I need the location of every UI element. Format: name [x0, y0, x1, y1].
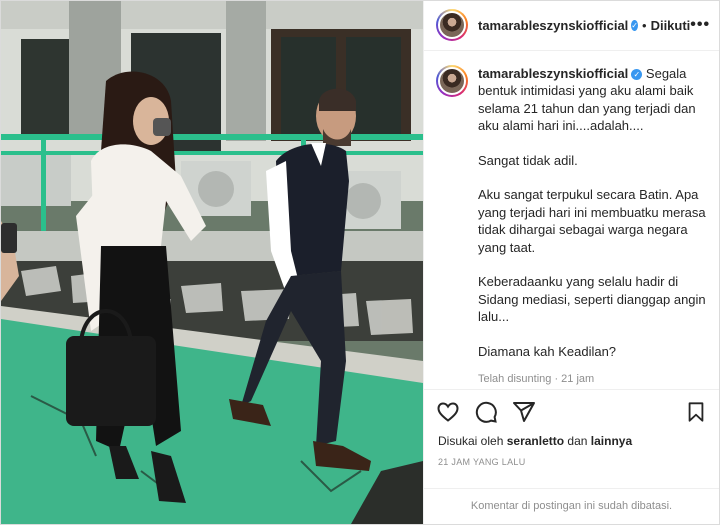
- action-bar: [424, 388, 719, 435]
- bookmark-icon[interactable]: [685, 401, 707, 423]
- avatar-image: [438, 11, 466, 40]
- caption-paragraph-3: Aku sangat terpukul secara Batin. Apa ya…: [478, 187, 710, 255]
- likes-user-link[interactable]: seranletto: [507, 434, 564, 448]
- caption: tamarableszynskiofficial ✓ Segala bentuk …: [424, 51, 719, 389]
- post-timestamp[interactable]: 21 JAM YANG LALU: [424, 455, 719, 487]
- post-photo[interactable]: [1, 1, 423, 524]
- edited-label: Telah disunting: [478, 373, 552, 386]
- likes-prefix: Disukai oleh: [438, 434, 504, 449]
- username[interactable]: tamarableszynskiofficial: [478, 18, 628, 33]
- share-icon[interactable]: [512, 400, 536, 424]
- caption-meta: Telah disunting · 21 jam: [478, 373, 595, 386]
- comments-disabled-notice: Komentar di postingan ini sudah dibatasi…: [424, 487, 719, 524]
- caption-avatar-image: [438, 66, 466, 95]
- post-image: [1, 1, 423, 524]
- avatar[interactable]: [436, 9, 468, 42]
- edited-time[interactable]: 21 jam: [561, 373, 594, 385]
- caption-paragraph-2: Sangat tidak adil.: [478, 152, 578, 168]
- caption-verified-badge-icon: ✓: [631, 68, 643, 80]
- separator-dot: •: [642, 17, 647, 33]
- likes-text: Disukai oleh seranletto dan lainnya: [424, 434, 719, 455]
- caption-text: tamarableszynskiofficial ✓ Segala bentuk …: [478, 65, 707, 389]
- comment-icon[interactable]: [474, 400, 498, 424]
- heart-icon[interactable]: [436, 400, 460, 424]
- caption-paragraph-5: Diamana kah Keadilan?: [478, 343, 617, 359]
- caption-avatar[interactable]: [436, 64, 468, 97]
- following-button[interactable]: Diikuti: [651, 18, 691, 33]
- likes-others-link[interactable]: lainnya: [591, 434, 632, 448]
- caption-username[interactable]: tamarableszynskiofficial: [478, 66, 628, 81]
- caption-paragraph-4: Keberadaanku yang selalu hadir di Sidang…: [478, 274, 710, 325]
- likes-and: dan: [567, 434, 588, 449]
- post-side-panel: tamarableszynskiofficial ✓ • Diikuti •••…: [423, 1, 719, 524]
- caption-paragraph-1: tamarableszynskiofficial ✓ Segala bentuk …: [478, 65, 707, 135]
- verified-badge-icon: ✓: [631, 19, 638, 31]
- more-options-icon[interactable]: •••: [690, 16, 710, 34]
- post-header: tamarableszynskiofficial ✓ • Diikuti •••: [424, 1, 719, 51]
- instagram-post: tamarableszynskiofficial ✓ • Diikuti •••…: [0, 0, 720, 525]
